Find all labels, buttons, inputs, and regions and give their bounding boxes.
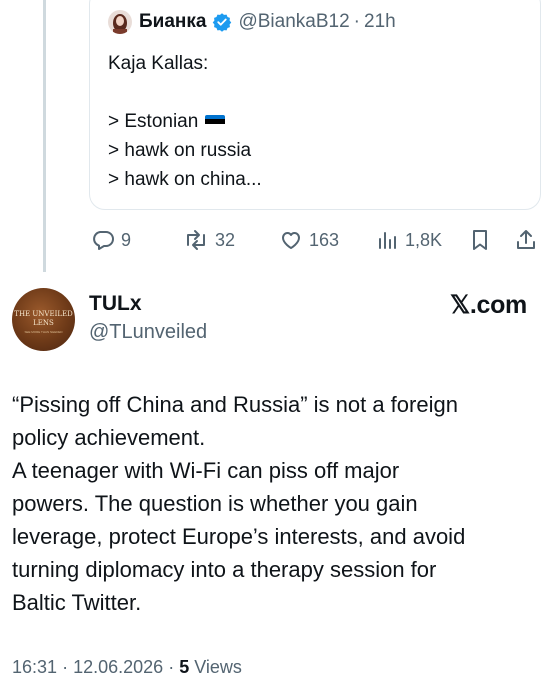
separator-dot: ·	[168, 657, 175, 677]
post-text-line: Baltic Twitter.	[12, 590, 142, 615]
quoted-author-avatar[interactable]	[108, 10, 132, 34]
quoted-text-line: Kaja Kallas:	[108, 53, 209, 74]
quoted-tweet-card[interactable]: Бианка @BiankaB12 · 21h Kaja Kallas: > E…	[89, 0, 541, 210]
author-avatar[interactable]: THE UNVEILED LENS SEE MORE THAN NEEDED	[12, 288, 75, 351]
post-text-line: powers. The question is whether you gain	[12, 491, 418, 516]
views-total: 5	[179, 657, 190, 677]
post-text-line: A teenager with Wi-Fi can piss off major	[12, 458, 400, 483]
post-date[interactable]: 12.06.2026	[73, 657, 163, 677]
quoted-text-line: > hawk on russia	[108, 140, 252, 161]
quoted-tweet-time[interactable]: 21h	[364, 11, 396, 33]
views-count: 1,8K	[405, 229, 443, 250]
separator-dot: ·	[353, 11, 360, 32]
post-text-line: turning diplomacy into a therapy session…	[12, 557, 437, 582]
author-handle[interactable]: @TLunveiled	[89, 321, 207, 344]
avatar-logo-text: LENS	[33, 319, 54, 327]
post-time[interactable]: 16:31	[12, 657, 57, 677]
quoted-text-line-content: > Estonian	[108, 111, 199, 132]
reply-count: 9	[121, 229, 132, 250]
author-name[interactable]: TULx	[89, 292, 142, 316]
views-label: Views	[194, 657, 242, 677]
like-button[interactable]: 163	[279, 225, 339, 255]
heart-icon	[279, 228, 303, 252]
tweet-action-bar: 9 32 163 1,8K	[0, 225, 554, 255]
analytics-icon	[375, 228, 399, 252]
avatar-logo-tagline: SEE MORE THAN NEEDED	[24, 330, 63, 334]
repost-button[interactable]: 32	[183, 225, 235, 255]
avatar-logo-text: THE UNVEILED	[14, 310, 73, 318]
like-count: 163	[309, 229, 340, 250]
separator-dot: ·	[62, 657, 69, 677]
bookmark-icon	[469, 228, 491, 252]
share-icon	[514, 228, 538, 252]
estonia-flag-icon	[205, 115, 226, 128]
repost-count: 32	[215, 229, 236, 250]
x-com-watermark: 𝕏.com	[450, 291, 527, 319]
post-text-line: policy achievement.	[12, 425, 206, 450]
post-text-line: leverage, protect Europe’s interests, an…	[12, 524, 466, 549]
quoted-text-line: > hawk on china...	[108, 169, 262, 190]
verified-badge-icon	[212, 12, 232, 32]
quoted-text-line: > Estonian	[108, 107, 262, 136]
quoted-text-blank-line	[108, 78, 262, 107]
quoted-tweet-header: Бианка @BiankaB12 · 21h	[108, 9, 396, 35]
quoted-tweet-text: Kaja Kallas: > Estonian > hawk on russia…	[108, 49, 262, 194]
post-text: “Pissing off China and Russia” is not a …	[12, 388, 542, 619]
reply-button[interactable]: 9	[91, 225, 131, 255]
repost-icon	[183, 228, 209, 252]
post-metadata: 16:31 · 12.06.2026 · 5 Views	[12, 657, 242, 678]
quoted-author-name[interactable]: Бианка	[139, 11, 206, 33]
post-text-line: “Pissing off China and Russia” is not a …	[12, 392, 458, 417]
bookmark-button[interactable]	[469, 225, 491, 255]
share-button[interactable]	[514, 225, 538, 255]
reply-icon	[91, 228, 115, 252]
views-button[interactable]: 1,8K	[375, 225, 442, 255]
quoted-author-handle[interactable]: @BiankaB12	[238, 11, 349, 33]
